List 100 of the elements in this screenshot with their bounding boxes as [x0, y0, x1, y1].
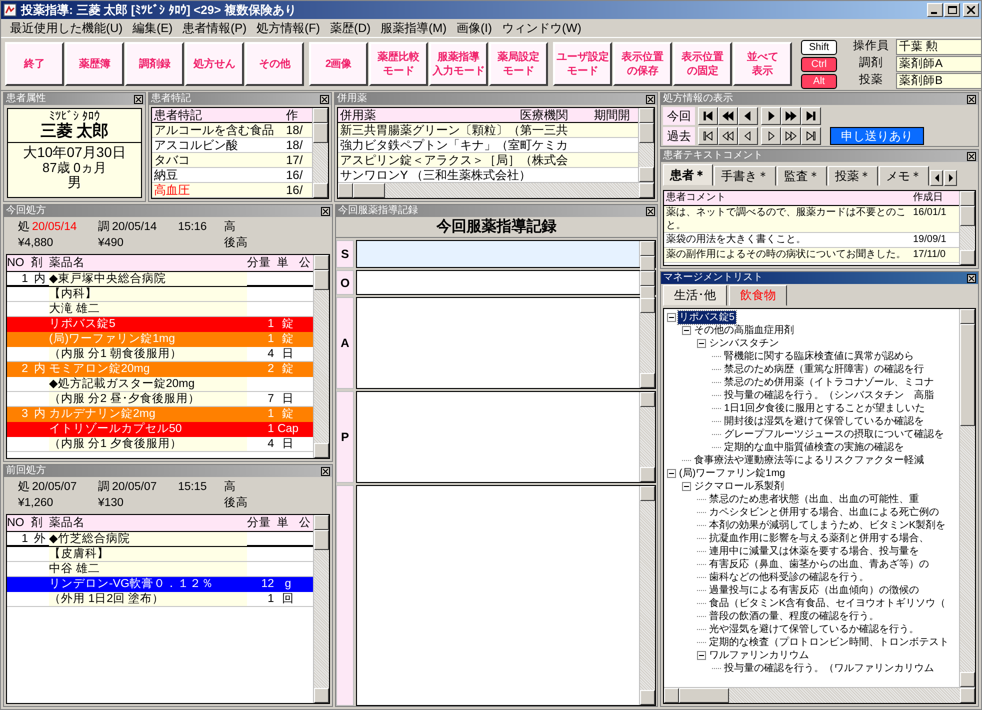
fast-forward-button[interactable]: [781, 107, 801, 125]
tree-item[interactable]: グレープフルーツジュースの摂取について確認を: [723, 428, 945, 441]
tree-item[interactable]: 投与量の確認を行う。（ワルファリンカリウム: [723, 662, 935, 675]
menu-item[interactable]: 最近使用した機能(U): [5, 20, 128, 36]
tree-item[interactable]: 定期的な検査（プロトロンビン時間、トロンボテスト: [708, 636, 950, 649]
table-row[interactable]: 納豆 16/: [152, 168, 312, 183]
table-row[interactable]: イトリゾールカプセル50 1 Cap: [7, 422, 313, 437]
close-icon[interactable]: [646, 94, 655, 104]
scrollbar[interactable]: [664, 687, 975, 703]
toolbar-button[interactable]: 薬局設定 モード: [489, 42, 548, 86]
tree-item[interactable]: 連用中に減量又は休薬を要する場合、投与量を: [708, 545, 920, 558]
tree-item[interactable]: 定期的な血中脂質値検査の実施の確認を: [723, 441, 905, 454]
tree-item[interactable]: 腎機能に関する臨床検査値に異常が認めら: [723, 350, 915, 363]
menu-item[interactable]: ウィンドウ(W): [497, 20, 586, 36]
table-row[interactable]: （外用 1日2回 塗布） 1 回: [7, 592, 313, 607]
toolbar-button[interactable]: その他: [245, 42, 304, 86]
close-icon[interactable]: [646, 206, 655, 216]
close-button[interactable]: [963, 3, 979, 17]
close-icon[interactable]: [321, 206, 330, 216]
toolbar-button[interactable]: 終了: [5, 42, 64, 86]
minimize-button[interactable]: [927, 3, 943, 17]
close-icon[interactable]: [134, 94, 143, 104]
scrollbar[interactable]: [959, 191, 975, 265]
tree-item[interactable]: 過量投与による有害反応（出血傾向）の徴候の: [708, 584, 920, 597]
maximize-button[interactable]: [944, 3, 960, 17]
scrollbar[interactable]: [638, 108, 654, 182]
table-row[interactable]: 薬の副作用によるその時の病状についてお聞きした。 17/11/0: [664, 248, 959, 263]
next-button[interactable]: [761, 107, 781, 125]
tree-item[interactable]: 本剤の効果が減弱してしまうため、ビタミンK製剤を: [708, 519, 947, 532]
text-area[interactable]: [356, 240, 656, 268]
toolbar-button[interactable]: 薬歴簿: [65, 42, 124, 86]
table-row[interactable]: リポバス錠5 1 錠: [7, 317, 313, 332]
collapse-icon[interactable]: [697, 339, 706, 348]
tree-item[interactable]: リポバス錠5: [678, 311, 736, 324]
tab[interactable]: 生活･他: [663, 285, 727, 306]
tab[interactable]: 患者＊: [663, 164, 713, 186]
close-icon[interactable]: [321, 466, 330, 476]
rewind-button[interactable]: [718, 107, 738, 125]
text-area[interactable]: [356, 391, 656, 483]
scrollbar[interactable]: [313, 515, 329, 703]
tree-item[interactable]: シンバスタチン: [708, 337, 780, 350]
tree-item[interactable]: 禁忌のため患者状態（出血、出血の可能性、重: [708, 493, 920, 506]
toolbar-button[interactable]: 調剤録: [125, 42, 184, 86]
menu-item[interactable]: 服薬指導(M): [376, 20, 452, 36]
tree-item[interactable]: (局)ワーファリン錠1mg: [678, 467, 786, 480]
tree-item[interactable]: 禁忌のため病歴（重篤な肝障害）の確認を行: [723, 363, 925, 376]
tree-item[interactable]: ジクマロール系製剤: [693, 480, 785, 493]
tab[interactable]: メモ＊: [879, 166, 929, 186]
toolbar-button[interactable]: 処方せん: [185, 42, 244, 86]
table-row[interactable]: 大滝 雄二: [7, 302, 313, 317]
first-button[interactable]: [698, 127, 718, 145]
tree-item[interactable]: 有害反応（鼻血、歯茎からの出血、青あざ等）の: [708, 558, 930, 571]
table-row[interactable]: アスコルビン酸 18/: [152, 138, 312, 153]
close-icon[interactable]: [967, 152, 976, 160]
table-row[interactable]: 中谷 雄二: [7, 562, 313, 577]
toolbar-button[interactable]: 表示位置 の固定: [673, 42, 732, 86]
collapse-icon[interactable]: [667, 313, 676, 322]
collapse-icon[interactable]: [697, 651, 706, 660]
previous-button[interactable]: [738, 107, 758, 125]
tree-item[interactable]: カペシタビンと併用する場合、出血による死亡例の: [708, 506, 940, 519]
tree-item[interactable]: 1日1回夕食後に服用とすることが望ましいた: [723, 402, 926, 415]
next-button[interactable]: [761, 127, 781, 145]
tree-item[interactable]: ワルファリンカリウム: [708, 649, 810, 662]
table-row[interactable]: 【皮膚科】: [7, 547, 313, 562]
collapse-icon[interactable]: [682, 326, 691, 335]
tree-item[interactable]: 食事療法や運動療法等によるリスクファクター軽減: [693, 454, 925, 467]
text-area[interactable]: [356, 297, 656, 389]
toolbar-button[interactable]: 表示位置 の保存: [613, 42, 672, 86]
tree-item[interactable]: 光や湿気を避けて保管しているか確認を行う。: [708, 623, 920, 636]
menu-item[interactable]: 患者情報(P): [178, 20, 252, 36]
close-icon[interactable]: [320, 94, 329, 104]
scroll-left-button[interactable]: [930, 170, 943, 186]
close-icon[interactable]: [967, 94, 976, 104]
tree-item[interactable]: 開封後は湿気を避けて保管しているか確認を: [723, 415, 925, 428]
last-button[interactable]: [801, 107, 821, 125]
tab[interactable]: 手書き＊: [714, 166, 776, 186]
table-row[interactable]: 強力ビタ鉄ペプトン「キナ」（室町ケミカ: [338, 138, 638, 153]
scrollbar[interactable]: [312, 108, 328, 198]
scrollbar[interactable]: [639, 392, 655, 482]
table-row[interactable]: 薬袋の用法を大きく書くこと。 19/09/1: [664, 233, 959, 248]
scrollbar[interactable]: [959, 309, 975, 687]
tree-item[interactable]: その他の高脂血症用剤: [693, 324, 795, 337]
notice-button[interactable]: 申し送りあり: [830, 127, 924, 145]
first-button[interactable]: [698, 107, 718, 125]
close-icon[interactable]: [967, 274, 976, 282]
scroll-right-button[interactable]: [944, 170, 957, 186]
toolbar-button[interactable]: 2画像: [309, 42, 368, 86]
menu-item[interactable]: 薬歴(D): [325, 20, 376, 36]
tab[interactable]: 投薬＊: [828, 166, 878, 186]
collapse-icon[interactable]: [682, 482, 691, 491]
toolbar-button[interactable]: 服薬指導 入力モード: [429, 42, 488, 86]
scrollbar[interactable]: [639, 486, 655, 705]
table-row[interactable]: 【内科】: [7, 287, 313, 302]
tree-item[interactable]: 食品（ビタミンK含有食品、セイヨウオトギリソウ（: [708, 597, 947, 610]
rewind-button[interactable]: [718, 127, 738, 145]
previous-button[interactable]: [738, 127, 758, 145]
menu-item[interactable]: 処方情報(F): [252, 20, 325, 36]
table-row[interactable]: アルコールを含む食品 18/: [152, 123, 312, 138]
scrollbar[interactable]: [313, 255, 329, 458]
tree-item[interactable]: 普段の飲酒の量、程度の確認を行う。: [708, 610, 880, 623]
